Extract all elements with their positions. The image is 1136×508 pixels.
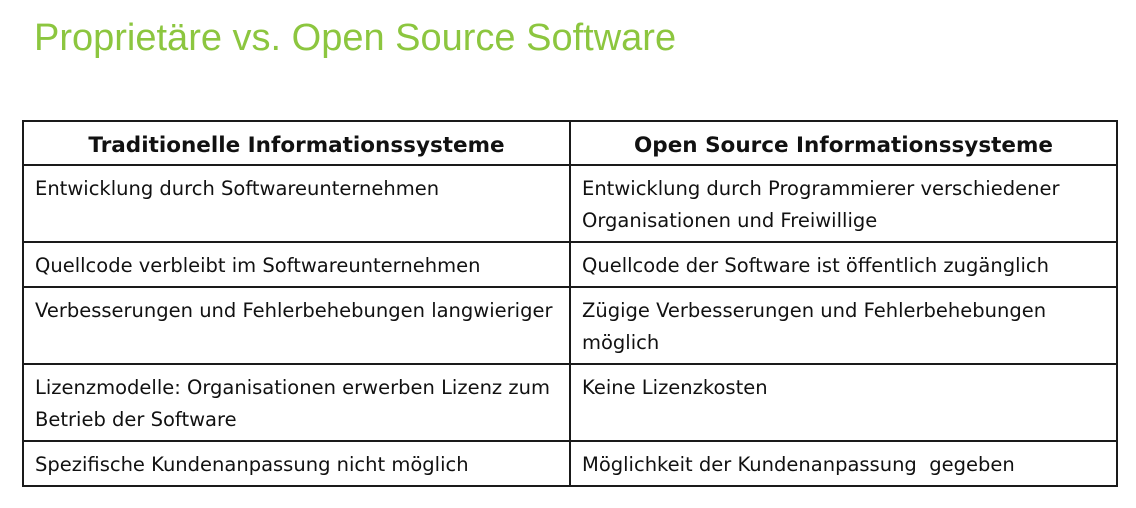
cell-traditional: Lizenzmodelle: Organisationen erwerben L… <box>22 363 571 442</box>
cell-traditional: Verbesserungen und Fehlerbehebungen lang… <box>22 286 571 365</box>
column-header-open-source: Open Source Informationssysteme <box>569 120 1118 166</box>
table-row: Entwicklung durch Softwareunternehmen En… <box>22 164 1118 243</box>
table-header-row: Traditionelle Informationssysteme Open S… <box>22 120 1118 166</box>
slide-title: Proprietäre vs. Open Source Software <box>34 17 677 59</box>
table-row: Quellcode verbleibt im Softwareunternehm… <box>22 241 1118 288</box>
table-row: Lizenzmodelle: Organisationen erwerben L… <box>22 363 1118 442</box>
cell-open-source: Quellcode der Software ist öffentlich zu… <box>569 241 1118 288</box>
cell-open-source: Entwicklung durch Programmierer verschie… <box>569 164 1118 243</box>
cell-open-source: Möglichkeit der Kundenanpassung gegeben <box>569 440 1118 487</box>
cell-open-source: Zügige Verbesserungen und Fehlerbehebung… <box>569 286 1118 365</box>
table-row: Spezifische Kundenanpassung nicht möglic… <box>22 440 1118 487</box>
table-row: Verbesserungen und Fehlerbehebungen lang… <box>22 286 1118 365</box>
cell-traditional: Quellcode verbleibt im Softwareunternehm… <box>22 241 571 288</box>
comparison-table: Traditionelle Informationssysteme Open S… <box>22 120 1118 487</box>
cell-traditional: Spezifische Kundenanpassung nicht möglic… <box>22 440 571 487</box>
cell-open-source: Keine Lizenzkosten <box>569 363 1118 442</box>
column-header-traditional: Traditionelle Informationssysteme <box>22 120 571 166</box>
cell-traditional: Entwicklung durch Softwareunternehmen <box>22 164 571 243</box>
